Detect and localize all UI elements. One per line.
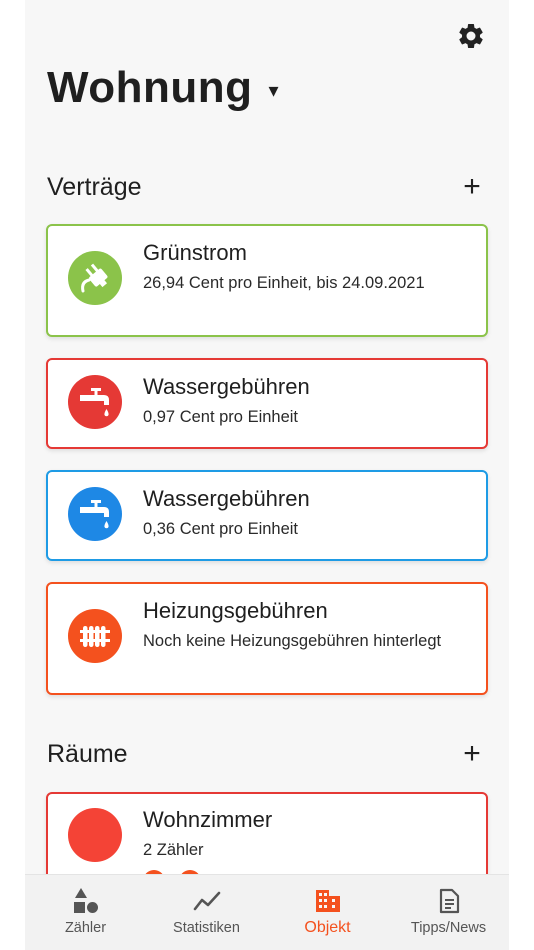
radiator-icon xyxy=(68,609,122,663)
dropdown-caret-icon: ▾ xyxy=(268,79,279,102)
contract-name: Wassergebühren xyxy=(143,374,310,399)
room-color-dot xyxy=(68,808,122,862)
tab-label: Objekt xyxy=(304,919,351,936)
contract-name: Wassergebühren xyxy=(143,486,310,511)
document-icon xyxy=(434,887,464,915)
tab-label: Zähler xyxy=(64,920,107,936)
add-contract-button[interactable]: + xyxy=(457,172,487,202)
contract-description: Noch keine Heizungsgebühren hinterlegt xyxy=(143,632,442,650)
contract-card-water-2[interactable]: Wassergebühren 0,36 Cent pro Einheit xyxy=(46,470,488,561)
tab-label: Tipps/News xyxy=(410,920,487,936)
contract-card-heating[interactable]: Heizungsgebühren Noch keine Heizungsgebü… xyxy=(46,582,488,695)
add-room-button[interactable]: + xyxy=(457,739,487,769)
settings-button[interactable] xyxy=(455,20,487,52)
water-tap-icon xyxy=(68,487,122,541)
room-meter-count: 2 Zähler xyxy=(143,841,204,859)
page-title: Wohnung xyxy=(47,63,253,112)
contracts-section-header: Verträge + xyxy=(47,169,487,205)
bottom-tab-bar: Zähler Statistiken Objekt Tipps/News xyxy=(25,874,509,950)
app-screen: Wohnung ▾ Verträge + Grünstrom 26,94 Cen… xyxy=(25,0,509,950)
building-icon xyxy=(313,887,343,915)
rooms-title: Räume xyxy=(47,739,128,768)
contract-description: 0,36 Cent pro Einheit xyxy=(143,520,299,538)
shapes-icon xyxy=(71,887,101,915)
contract-name: Heizungsgebühren xyxy=(143,598,328,623)
trend-line-icon xyxy=(192,887,222,915)
tab-label: Statistiken xyxy=(173,920,240,936)
plug-icon xyxy=(68,251,122,305)
rooms-section-header: Räume + xyxy=(47,736,487,772)
contract-card-gruenstrom[interactable]: Grünstrom 26,94 Cent pro Einheit, bis 24… xyxy=(46,224,488,337)
tab-zaehler[interactable]: Zähler xyxy=(25,875,146,950)
water-tap-icon xyxy=(68,375,122,429)
tab-objekt[interactable]: Objekt xyxy=(267,875,388,950)
contract-description: 26,94 Cent pro Einheit, bis 24.09.2021 xyxy=(143,274,425,292)
contract-description: 0,97 Cent pro Einheit xyxy=(143,408,299,426)
tab-tipps-news[interactable]: Tipps/News xyxy=(388,875,509,950)
gear-icon xyxy=(459,23,483,48)
contracts-title: Verträge xyxy=(47,172,142,201)
room-name: Wohnzimmer xyxy=(143,807,273,832)
contract-card-water-1[interactable]: Wassergebühren 0,97 Cent pro Einheit xyxy=(46,358,488,449)
contract-name: Grünstrom xyxy=(143,240,247,265)
tab-statistiken[interactable]: Statistiken xyxy=(146,875,267,950)
object-selector[interactable]: Wohnung ▾ xyxy=(47,58,279,118)
